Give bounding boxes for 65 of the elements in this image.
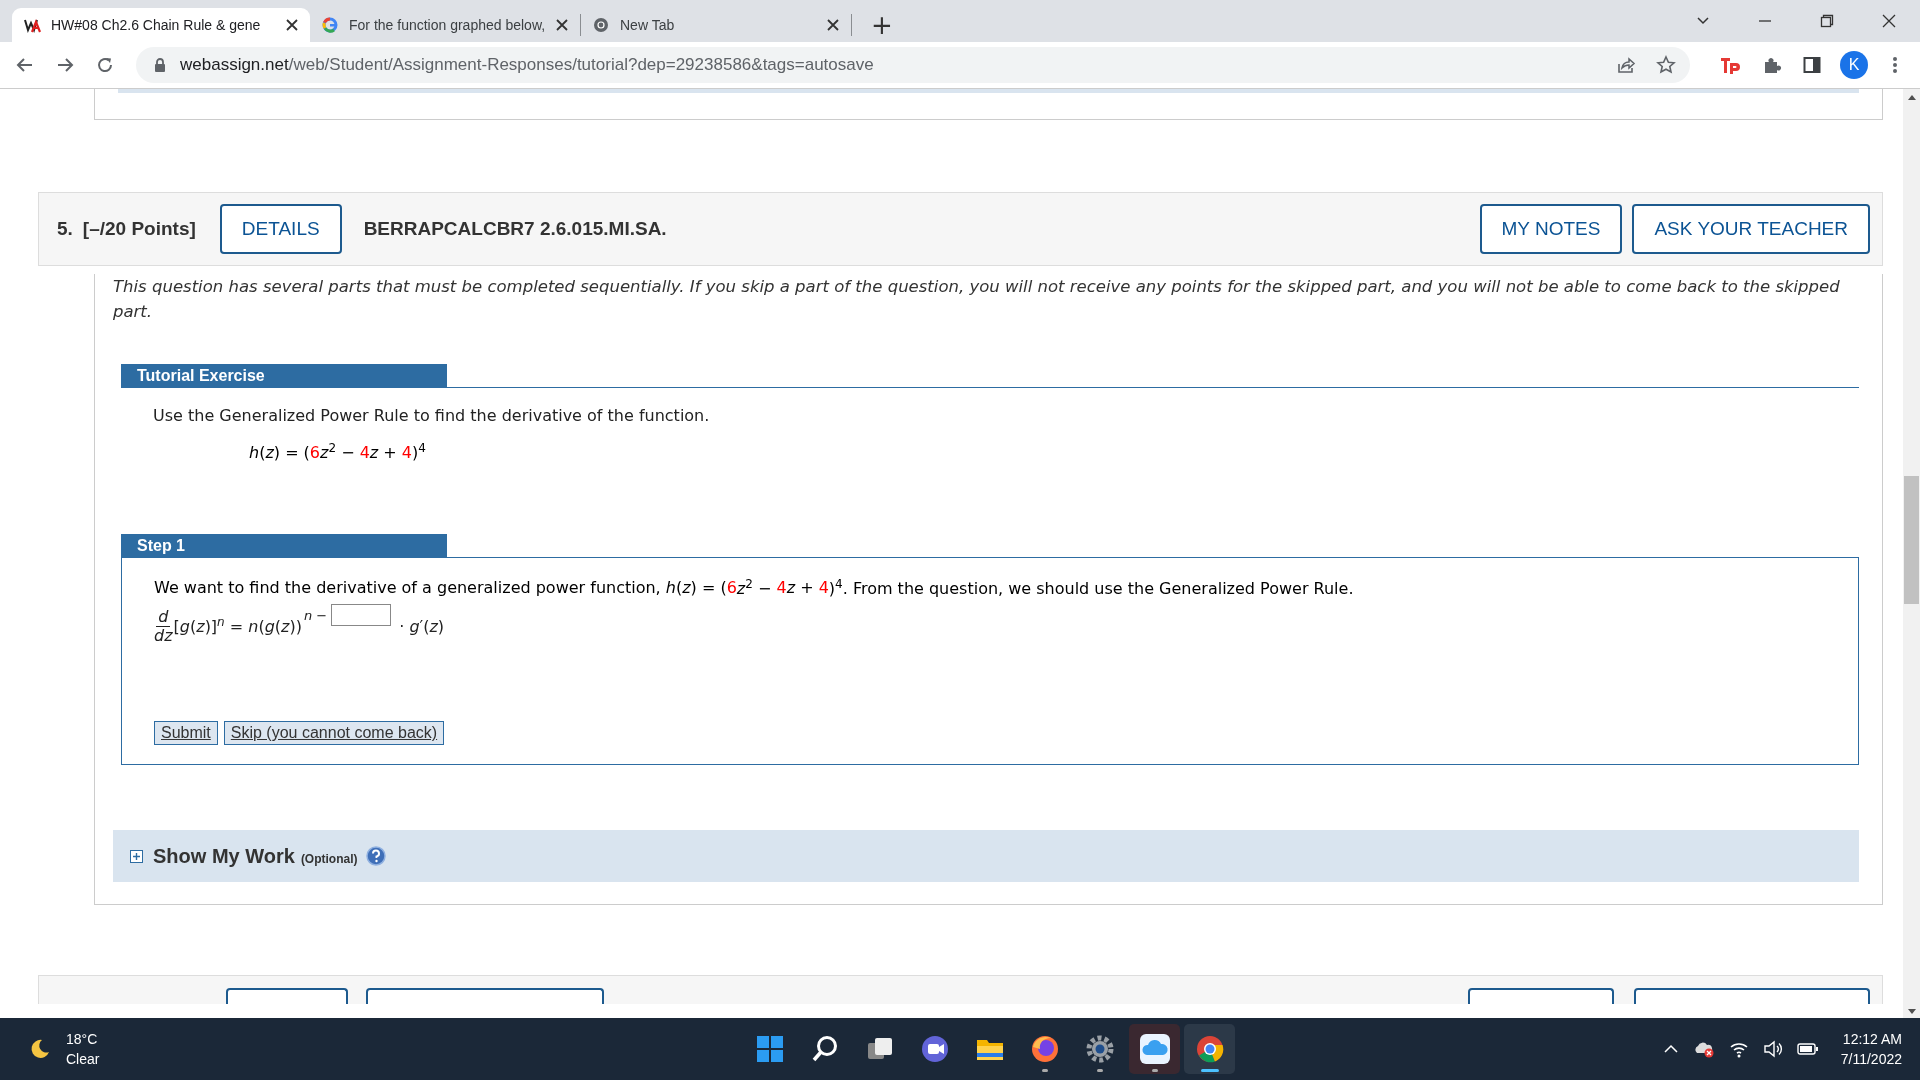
optional-label: (Optional)	[300, 851, 358, 866]
close-icon[interactable]	[1882, 14, 1896, 28]
rule-factor: · g′(z)	[399, 616, 445, 636]
close-icon[interactable]	[286, 19, 298, 31]
reload-icon[interactable]	[96, 56, 114, 74]
forward-arrow-icon[interactable]	[56, 56, 74, 74]
details-button[interactable]	[226, 988, 348, 1005]
ask-teacher-button[interactable]	[1634, 988, 1870, 1005]
submit-button[interactable]: Submit	[154, 720, 218, 745]
chrome-icon	[593, 16, 610, 34]
tab-title: For the function graphed below,	[349, 17, 546, 33]
battery-icon[interactable]	[1796, 1042, 1819, 1056]
step-text: We want to find the derivative of a generalized power function, h(z) = (6z$^{2}$ − 4z + 4)$^{4}$. From the question, we should use the Generalized Power Rule.	[154, 576, 1355, 598]
temperature-text: 18°C	[66, 1030, 99, 1049]
browser-tab[interactable]: For the function graphed below,	[310, 8, 580, 42]
extension-logo-icon[interactable]	[1720, 55, 1742, 75]
rule-expression: [g(z)]$^{n}$ = n(g(z))	[173, 615, 302, 637]
clock-date[interactable]: 7/11/2022	[1840, 1049, 1902, 1069]
profile-avatar[interactable]: K	[1840, 51, 1868, 79]
function-formula: h(z) = (6z$^{2}$ − 4z + 4)$^{4}$	[249, 441, 427, 463]
browser-tab[interactable]: New Tab	[581, 8, 851, 42]
close-icon[interactable]	[827, 19, 839, 31]
tab-title: New Tab	[620, 17, 676, 33]
speaker-icon[interactable]	[1762, 1040, 1783, 1058]
restore-icon[interactable]	[1820, 14, 1834, 28]
answer-field[interactable]	[331, 603, 392, 626]
share-icon[interactable]	[1616, 55, 1636, 75]
instructions-text: This question has several parts that must be completed sequentially. If you skip a part of the question, you will not receive any points for the skipped part, and you will not be able to come back to the skipped part.	[113, 276, 1841, 323]
wifi-icon[interactable]	[1728, 1040, 1749, 1058]
side-panel-icon[interactable]	[1802, 55, 1822, 75]
clock-time[interactable]: 12:12 AM	[1842, 1029, 1902, 1049]
browser-tab[interactable]: HW#08 Ch2.6 Chain Rule & gene	[12, 8, 310, 42]
tab-title: HW#08 Ch2.6 Chain Rule & gene	[51, 17, 262, 33]
scrollbar[interactable]	[1903, 89, 1920, 1018]
address-field[interactable]: webassign.net/web/Student/Assignment-Responses/tutorial?dep=29238586&tags=autosave	[136, 47, 1690, 83]
new-tab-button[interactable]: +	[862, 8, 902, 42]
step-heading: Step 1	[121, 534, 447, 558]
my-notes-button[interactable]: MY NOTES	[1479, 204, 1623, 254]
scrollbar-thumb[interactable]	[1904, 476, 1919, 604]
back-arrow-icon[interactable]	[16, 56, 34, 74]
weather-text: Clear	[66, 1050, 100, 1069]
question-points: [–/20 Points]	[82, 218, 196, 240]
derivative-operator: d dz	[154, 607, 173, 645]
cloud-icon[interactable]	[1138, 1033, 1171, 1065]
question-number: 5.	[57, 218, 73, 240]
my-notes-button[interactable]	[1468, 988, 1614, 1005]
show-my-work-bar[interactable]: Show My Work (Optional)	[113, 830, 1859, 883]
section-heading: Tutorial Exercise	[121, 364, 447, 387]
prompt-text: Use the Generalized Power Rule to find the derivative of the function.	[153, 406, 711, 425]
cloud-error-icon[interactable]	[1692, 1040, 1715, 1058]
star-icon[interactable]	[1656, 55, 1676, 75]
exponent-text: n −	[304, 607, 328, 623]
close-icon[interactable]	[556, 19, 568, 31]
skip-button[interactable]: Skip (you cannot come back)	[223, 720, 445, 745]
expand-icon[interactable]	[130, 849, 143, 863]
ask-teacher-button[interactable]: ASK YOUR TEACHER	[1632, 204, 1870, 254]
puzzle-icon[interactable]	[1762, 55, 1782, 75]
lock-icon	[154, 58, 166, 72]
help-icon[interactable]	[365, 846, 386, 867]
question-code: BERRAPCALCBR7 2.6.015.MI.SA.	[363, 218, 667, 240]
details-button[interactable]: DETAILS	[219, 204, 342, 254]
google-icon	[322, 16, 339, 34]
previous-answers-button[interactable]	[366, 988, 604, 1005]
show-my-work-label: Show My Work	[153, 844, 295, 868]
more-menu-icon[interactable]	[1892, 55, 1898, 75]
